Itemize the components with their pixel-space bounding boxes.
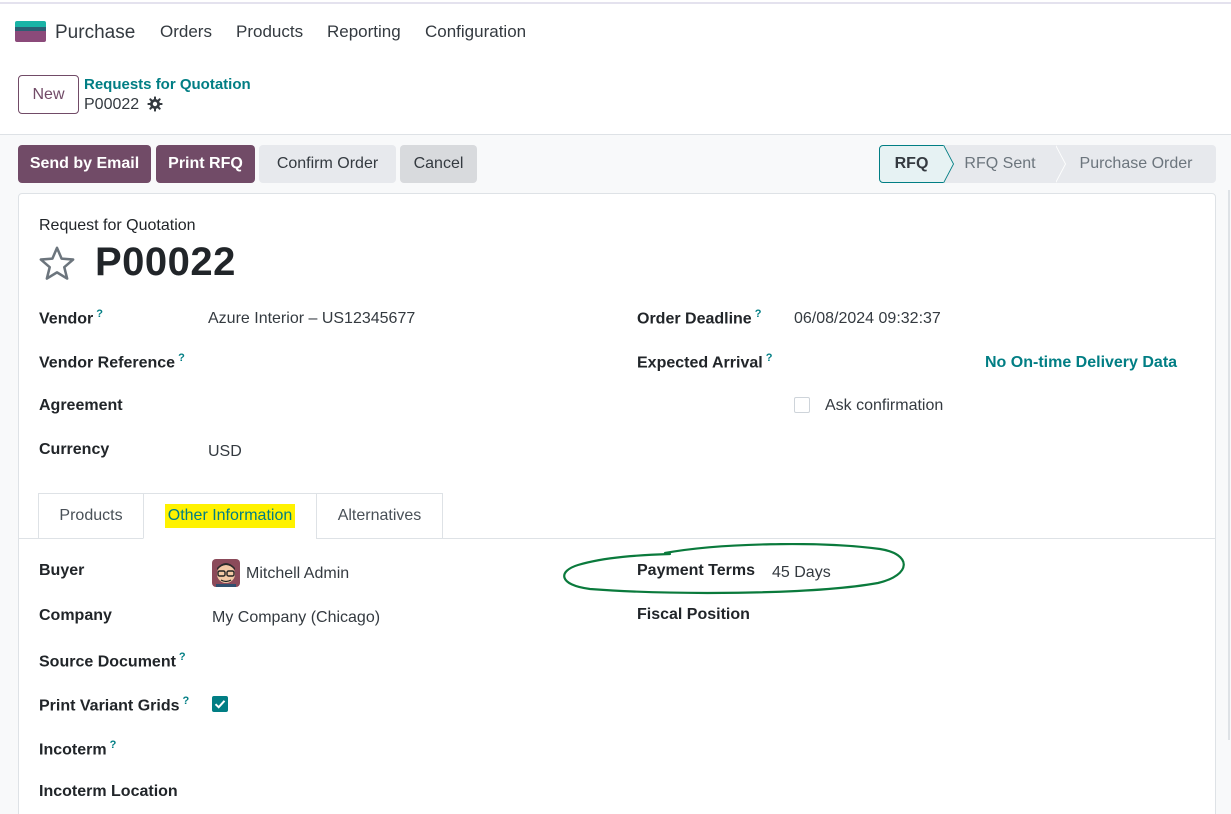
highlight-mark: Other Information (164, 504, 296, 528)
company-label: Company (39, 607, 112, 624)
top-border (0, 0, 1231, 4)
cancel-button[interactable]: Cancel (400, 145, 477, 183)
expected-arrival-label: Expected Arrival? (637, 352, 773, 372)
tab-products[interactable]: Products (38, 493, 144, 539)
record-title: P00022 (95, 240, 236, 284)
currency-field[interactable]: USD (208, 443, 242, 461)
tab-alternatives[interactable]: Alternatives (316, 493, 443, 539)
fiscal-position-label: Fiscal Position (637, 606, 750, 623)
payment-terms-field[interactable]: 45 Days (772, 564, 831, 582)
breadcrumb-current-record: P00022 (84, 96, 140, 113)
top-navbar: Purchase Orders Products Reporting Confi… (0, 10, 1231, 54)
menu-configuration[interactable]: Configuration (425, 22, 526, 42)
menu-reporting[interactable]: Reporting (327, 22, 401, 42)
help-tooltip[interactable]: ? (182, 695, 189, 707)
help-tooltip[interactable]: ? (179, 651, 186, 663)
form-type-label: Request for Quotation (39, 217, 196, 234)
help-tooltip[interactable]: ? (110, 739, 117, 751)
gear-icon[interactable] (147, 96, 163, 112)
payment-terms-label: Payment Terms (637, 562, 755, 579)
source-document-label: Source Document? (39, 651, 186, 671)
help-tooltip[interactable]: ? (178, 352, 185, 364)
currency-label: Currency (39, 441, 110, 458)
ask-confirmation-checkbox[interactable] (794, 397, 810, 413)
status-rfq-sent[interactable]: RFQ Sent (944, 145, 1056, 183)
company-field[interactable]: My Company (Chicago) (212, 609, 380, 627)
buyer-label: Buyer (39, 562, 85, 579)
ask-confirmation-label: Ask confirmation (825, 397, 944, 414)
status-rfq[interactable]: RFQ (879, 145, 944, 183)
new-button[interactable]: New (18, 75, 79, 114)
status-arrow (1055, 145, 1065, 183)
help-tooltip[interactable]: ? (755, 308, 762, 320)
order-deadline-field[interactable]: 06/08/2024 09:32:37 (794, 310, 941, 328)
print-variant-grids-checkbox[interactable] (212, 696, 228, 712)
menu-products[interactable]: Products (236, 22, 303, 42)
vendor-label: Vendor? (39, 308, 103, 328)
agreement-label: Agreement (39, 397, 123, 414)
avatar (212, 559, 240, 587)
help-tooltip[interactable]: ? (96, 308, 103, 320)
ontime-delivery-link[interactable]: No On-time Delivery Data (985, 354, 1177, 372)
confirm-order-button[interactable]: Confirm Order (259, 145, 396, 183)
tab-other-information[interactable]: Other Information (143, 493, 317, 539)
incoterm-location-label: Incoterm Location (39, 783, 178, 800)
status-purchase-order[interactable]: Purchase Order (1056, 145, 1216, 183)
star-icon[interactable] (38, 245, 76, 283)
status-arrow (943, 145, 953, 183)
purchase-app-icon[interactable] (15, 21, 46, 42)
menu-orders[interactable]: Orders (160, 22, 212, 42)
print-rfq-button[interactable]: Print RFQ (156, 145, 255, 183)
buyer-field[interactable]: Mitchell Admin (246, 565, 349, 583)
order-deadline-label: Order Deadline? (637, 308, 762, 328)
breadcrumb-requests-for-quotation[interactable]: Requests for Quotation (84, 76, 251, 93)
help-tooltip[interactable]: ? (766, 352, 773, 364)
check-icon (214, 700, 226, 709)
vendor-field[interactable]: Azure Interior – US12345677 (208, 310, 415, 328)
scrollbar[interactable] (1228, 190, 1230, 740)
incoterm-label: Incoterm? (39, 739, 117, 759)
print-variant-grids-label: Print Variant Grids? (39, 695, 190, 715)
vendor-reference-label: Vendor Reference? (39, 352, 185, 372)
send-by-email-button[interactable]: Send by Email (18, 145, 151, 183)
app-name[interactable]: Purchase (55, 22, 135, 44)
